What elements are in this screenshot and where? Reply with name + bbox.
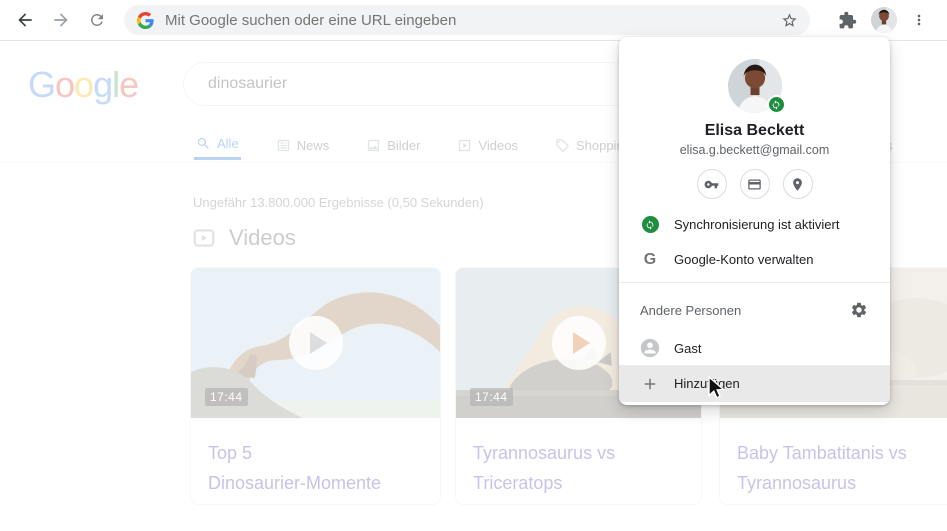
sync-status-label: Synchronisierung ist aktiviert — [674, 217, 840, 232]
reload-icon — [90, 13, 103, 26]
sync-enabled-icon — [641, 216, 659, 233]
user-avatar — [871, 7, 897, 33]
logo-letter: g — [93, 64, 113, 105]
videos-section-title: Videos — [229, 225, 296, 250]
tab-label: News — [296, 137, 330, 153]
video-title-line: Tyrannosaurus vs — [473, 443, 616, 463]
videos-section-header: Videos — [191, 225, 296, 251]
video-result-card[interactable]: 17:44 Top 5 Dinosaurier-Momente — [190, 267, 441, 505]
video-duration-badge: 17:44 — [470, 388, 513, 406]
logo-letter: o — [74, 64, 94, 105]
tab-alle[interactable]: Alle — [194, 130, 241, 160]
video-title-line: Baby Tambatitanis vs — [737, 443, 907, 463]
account-name: Elisa Beckett — [704, 122, 805, 139]
other-people-section: Andere Personen — [619, 289, 890, 331]
star-icon — [781, 12, 797, 27]
video-title-link[interactable]: Baby Tambatitanis vs Tyrannosaurus — [720, 418, 947, 498]
video-title-line: Tyrannosaurus — [737, 473, 857, 493]
profile-menu-items: Synchronisierung ist aktiviert G Google-… — [619, 207, 890, 277]
tab-label: Videos — [478, 137, 518, 153]
tab-label: Bilder — [387, 137, 421, 153]
guest-avatar-icon — [640, 338, 660, 358]
google-g-icon — [137, 11, 154, 29]
plus-icon — [644, 378, 656, 389]
logo-letter: o — [55, 64, 75, 105]
add-person-label: Hinzufügen — [674, 376, 740, 391]
sync-badge — [766, 95, 786, 114]
address-bar[interactable] — [124, 5, 810, 35]
video-title-link[interactable]: Top 5 Dinosaurier-Momente — [191, 418, 440, 498]
forward-arrow-icon — [54, 13, 68, 27]
credit-card-icon — [748, 179, 761, 189]
video-title-line: Dinosaurier-Momente — [208, 473, 382, 493]
manage-people-button[interactable] — [849, 300, 869, 320]
reload-button[interactable] — [84, 7, 110, 33]
video-thumbnail: 17:44 — [191, 268, 440, 418]
tab-label: Alle — [217, 136, 239, 151]
search-query-text: dinosaurier — [208, 75, 288, 92]
play-icon — [309, 332, 327, 354]
profile-avatar-large — [727, 59, 786, 114]
sync-status-icon-wrap — [640, 216, 660, 233]
guest-label: Gast — [674, 340, 702, 356]
guest-item[interactable]: Gast — [619, 331, 890, 365]
video-title-link[interactable]: Tyrannosaurus vs Triceratops — [456, 418, 701, 498]
search-icon — [197, 137, 209, 149]
payments-button[interactable] — [739, 169, 770, 199]
manage-account-item[interactable]: G Google-Konto verwalten — [619, 242, 890, 277]
profile-avatar-button[interactable] — [870, 6, 898, 34]
three-dots-icon — [917, 14, 921, 26]
manage-account-label: Google-Konto verwalten — [674, 252, 814, 267]
videos-icon — [459, 139, 471, 151]
tab-videos[interactable]: Videos — [455, 130, 520, 160]
menu-divider — [619, 282, 890, 283]
logo-letter: G — [28, 64, 56, 105]
puzzle-icon — [839, 11, 856, 28]
browser-menu-button[interactable] — [906, 7, 932, 33]
video-section-icon — [193, 229, 215, 247]
news-icon — [277, 139, 289, 151]
addresses-button[interactable] — [782, 169, 813, 199]
play-icon — [572, 332, 590, 354]
other-people-label: Andere Personen — [640, 302, 742, 318]
video-title-line: Top 5 — [208, 443, 253, 463]
tab-news[interactable]: News — [274, 130, 332, 160]
back-arrow-icon — [18, 13, 32, 27]
extensions-button[interactable] — [834, 7, 860, 33]
sync-status-item[interactable]: Synchronisierung ist aktiviert — [619, 207, 890, 242]
google-logo: Google — [28, 64, 139, 106]
quick-actions-row — [619, 169, 890, 199]
gear-icon — [851, 302, 867, 318]
browser-window: Google dinosaurier Alle News Bilder — [0, 0, 947, 531]
add-person-item[interactable]: Hinzufügen — [619, 365, 890, 402]
tab-bilder[interactable]: Bilder — [364, 130, 422, 160]
play-button[interactable] — [288, 316, 343, 370]
browser-toolbar — [0, 0, 947, 41]
sync-icon — [772, 99, 780, 110]
google-g-letter-icon: G — [643, 250, 657, 268]
guest-icon-wrap — [640, 338, 660, 358]
results-stats: Ungefähr 13.800.000 Ergebnisse (0,50 Sek… — [193, 195, 484, 210]
passwords-button[interactable] — [696, 169, 727, 199]
shopping-tag-icon — [556, 138, 569, 152]
bookmark-button[interactable] — [778, 9, 800, 31]
url-input[interactable] — [165, 11, 778, 29]
location-pin-icon — [793, 177, 802, 191]
play-button[interactable] — [551, 316, 606, 370]
key-icon — [704, 180, 719, 188]
video-title-line: Triceratops — [473, 473, 563, 493]
add-icon-wrap — [640, 375, 660, 393]
account-email: elisa.g.beckett@gmail.com — [679, 143, 830, 157]
images-icon — [368, 139, 380, 151]
back-button[interactable] — [12, 7, 38, 33]
logo-letter: e — [119, 64, 139, 105]
profile-menu: Elisa Beckett elisa.g.beckett@gmail.com … — [619, 37, 890, 405]
video-duration-badge: 17:44 — [205, 388, 248, 406]
forward-button[interactable] — [48, 7, 74, 33]
